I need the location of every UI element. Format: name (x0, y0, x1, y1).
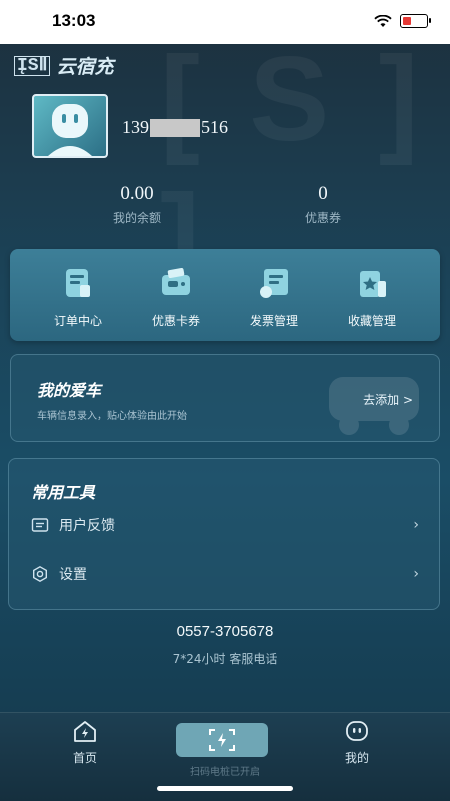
hotline-hours: 7*24小时 客服电话 (172, 652, 278, 666)
quick-actions-card: 订单中心 优惠卡券 发票管理 收藏管理 (10, 249, 440, 341)
quick-action-label: 优惠卡券 (151, 314, 200, 328)
avatar-robot-icon (48, 104, 92, 156)
feedback-icon (31, 518, 49, 532)
quick-action-coupons[interactable]: 优惠卡券 (136, 263, 216, 329)
quick-action-favorites[interactable]: 收藏管理 (332, 263, 412, 329)
chevron-right-icon: › (413, 566, 419, 582)
scan-charge-icon (209, 729, 235, 751)
quick-action-orders[interactable]: 订单中心 (38, 263, 118, 329)
chevron-right-icon: › (413, 517, 419, 533)
tools-title: 常用工具 (31, 483, 96, 502)
status-icons (374, 14, 431, 28)
tools-card: 常用工具 用户反馈 › 设置 › (8, 458, 440, 610)
quick-action-label: 收藏管理 (347, 314, 396, 328)
settings-icon (33, 565, 48, 583)
tab-home[interactable]: 首页 (50, 719, 120, 766)
tab-mine-label: 我的 (344, 751, 369, 765)
battery-icon (400, 14, 431, 28)
balance-value: 0.00 (120, 183, 154, 204)
my-car-title: 我的爱车 (37, 381, 102, 400)
quick-action-label: 发票管理 (249, 314, 298, 328)
coupons-label: 优惠券 (304, 211, 341, 225)
user-phone: 139 516 (122, 117, 228, 138)
home-icon (74, 721, 96, 742)
invoice-icon (260, 269, 288, 298)
my-car-subtitle: 车辆信息录入，贴心体验由此开始 (37, 411, 187, 422)
my-car-card: 我的爱车 车辆信息录入，贴心体验由此开始 去添加 > (10, 354, 440, 442)
coupons-value: 0 (318, 183, 328, 204)
phone-redaction (150, 118, 200, 137)
wifi-icon (374, 14, 392, 27)
brand-logo: ĮSⅡ (14, 55, 51, 76)
add-car-button[interactable]: 去添加 > (363, 391, 413, 408)
balance-label: 我的余额 (112, 211, 161, 225)
tool-row-feedback[interactable]: 用户反馈 › (31, 513, 419, 537)
tool-label: 设置 (59, 567, 87, 583)
profile-robot-icon (346, 721, 368, 741)
phone-prefix: 139 (122, 117, 149, 137)
quick-action-label: 订单中心 (53, 314, 102, 328)
order-icon (66, 269, 90, 297)
balance-stat[interactable]: 0.00 我的余额 (77, 183, 197, 226)
phone-suffix: 516 (201, 117, 228, 137)
quick-action-invoices[interactable]: 发票管理 (234, 263, 314, 329)
tool-row-settings[interactable]: 设置 › (31, 562, 419, 586)
favorite-icon (360, 271, 386, 297)
status-time: 13:03 (52, 11, 96, 30)
avatar[interactable] (32, 94, 108, 158)
hotline-phone[interactable]: 0557-3705678 (0, 623, 450, 640)
home-indicator (157, 786, 293, 791)
scan-charge-button[interactable] (176, 723, 268, 757)
tab-mine[interactable]: 我的 (322, 719, 392, 766)
brand-name: 云宿充 (56, 56, 114, 78)
coupon-icon (162, 267, 190, 295)
brand: ĮSⅡ 云宿充 (14, 52, 113, 79)
coupons-stat[interactable]: 0 优惠券 (263, 183, 383, 226)
tool-label: 用户反馈 (59, 518, 115, 534)
